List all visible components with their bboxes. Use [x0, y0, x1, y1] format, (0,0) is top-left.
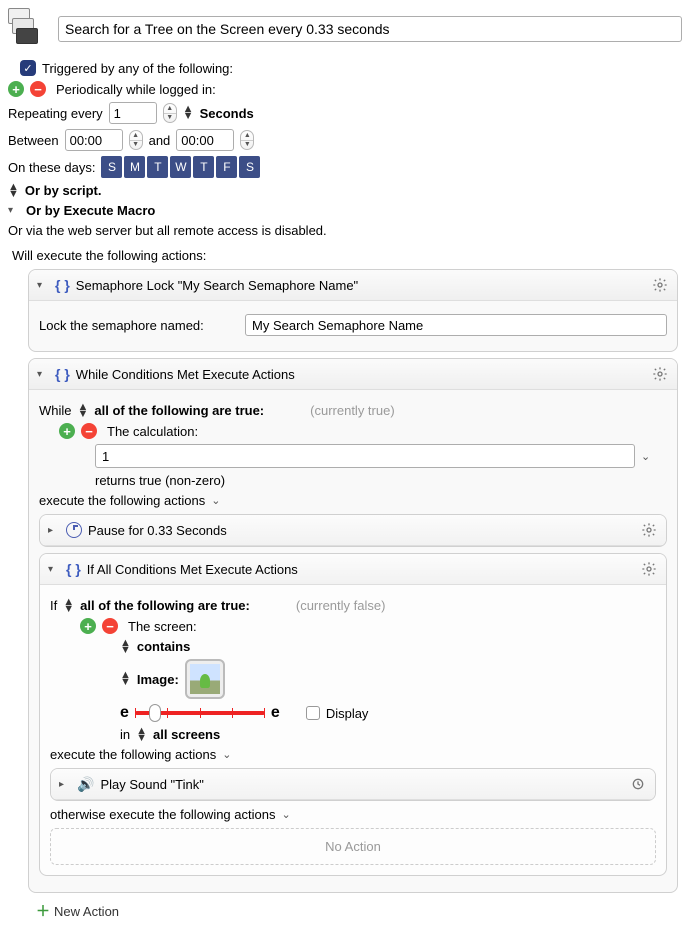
- between-start-stepper[interactable]: ▲▼: [129, 130, 143, 150]
- sound-gear-icon[interactable]: [629, 775, 647, 793]
- if-mode-updown-icon[interactable]: ▲▼: [63, 599, 74, 613]
- pause-title: Pause for 0.33 Seconds: [88, 523, 227, 538]
- periodic-trigger-label: Periodically while logged in:: [56, 82, 216, 97]
- triggers-checkbox[interactable]: ✓: [20, 60, 36, 76]
- add-trigger-button[interactable]: +: [8, 81, 24, 97]
- otherwise-chevron-icon[interactable]: ⌄: [281, 808, 290, 821]
- while-currently-label: (currently true): [310, 403, 395, 418]
- if-currently-label: (currently false): [296, 598, 386, 613]
- image-well[interactable]: [185, 659, 225, 699]
- new-action-label: New Action: [54, 904, 119, 919]
- actions-intro-label: Will execute the following actions:: [12, 248, 682, 263]
- in-scope-updown-icon[interactable]: ▲▼: [136, 728, 147, 742]
- repeat-stepper[interactable]: ▲▼: [163, 103, 177, 123]
- speaker-icon: 🔊: [77, 776, 94, 793]
- remove-screen-condition-button[interactable]: −: [102, 618, 118, 634]
- remove-condition-button[interactable]: −: [81, 423, 97, 439]
- no-action-placeholder[interactable]: No Action: [50, 828, 656, 865]
- brace-icon: { }: [55, 366, 70, 382]
- day-tue[interactable]: T: [147, 156, 168, 178]
- screen-condition-label: The screen:: [128, 619, 197, 634]
- image-updown-icon[interactable]: ▲▼: [120, 672, 131, 686]
- add-condition-button[interactable]: +: [59, 423, 75, 439]
- day-mon[interactable]: M: [124, 156, 145, 178]
- between-end-input[interactable]: [176, 129, 234, 151]
- image-label[interactable]: Image:: [137, 672, 179, 687]
- repeat-every-label: Repeating every: [8, 106, 103, 121]
- new-action-button[interactable]: ＋ New Action: [36, 901, 682, 921]
- repeat-value-input[interactable]: [109, 102, 157, 124]
- while-keyword: While: [39, 403, 72, 418]
- brace-icon: { }: [66, 561, 81, 577]
- sound-disclosure[interactable]: ▸: [59, 779, 71, 790]
- unit-updown-icon[interactable]: ▲▼: [183, 106, 194, 120]
- sound-title: Play Sound "Tink": [100, 777, 203, 792]
- script-updown-icon[interactable]: ▲▼: [8, 184, 19, 198]
- contains-label[interactable]: contains: [137, 639, 190, 654]
- fuzz-right-label: e: [271, 704, 280, 722]
- by-macro-disclosure[interactable]: ▾: [8, 205, 20, 216]
- days-label: On these days:: [8, 160, 95, 175]
- while-disclosure[interactable]: ▾: [37, 369, 49, 380]
- semaphore-disclosure[interactable]: ▾: [37, 280, 49, 291]
- between-end-stepper[interactable]: ▲▼: [240, 130, 254, 150]
- pause-disclosure[interactable]: ▸: [48, 525, 60, 536]
- fuzz-left-label: e: [120, 704, 129, 722]
- in-scope-label[interactable]: all screens: [153, 727, 220, 742]
- web-server-label: Or via the web server but all remote acc…: [8, 223, 327, 238]
- otherwise-label: otherwise execute the following actions: [50, 807, 275, 822]
- semaphore-title: Semaphore Lock "My Search Semaphore Name…: [76, 278, 358, 293]
- while-execute-chevron-icon[interactable]: ⌄: [211, 494, 220, 507]
- between-start-input[interactable]: [65, 129, 123, 151]
- calculation-label: The calculation:: [107, 424, 198, 439]
- if-keyword: If: [50, 598, 57, 613]
- display-checkbox[interactable]: [306, 706, 320, 720]
- if-mode-label[interactable]: all of the following are true:: [80, 598, 250, 613]
- macro-title-input[interactable]: [58, 16, 682, 42]
- semaphore-name-input[interactable]: [245, 314, 667, 336]
- if-title: If All Conditions Met Execute Actions: [87, 562, 298, 577]
- brace-icon: { }: [55, 277, 70, 293]
- if-execute-chevron-icon[interactable]: ⌄: [222, 748, 231, 761]
- between-and-label: and: [149, 133, 171, 148]
- triggers-label: Triggered by any of the following:: [42, 61, 233, 76]
- while-mode-label[interactable]: all of the following are true:: [94, 403, 264, 418]
- calc-result-label: returns true (non-zero): [95, 473, 225, 488]
- calculation-input[interactable]: [95, 444, 635, 468]
- clock-icon: [66, 522, 82, 538]
- if-disclosure[interactable]: ▾: [48, 564, 60, 575]
- semaphore-field-label: Lock the semaphore named:: [39, 318, 239, 333]
- repeat-unit-label[interactable]: Seconds: [200, 106, 254, 121]
- while-title: While Conditions Met Execute Actions: [76, 367, 295, 382]
- if-execute-label: execute the following actions: [50, 747, 216, 762]
- day-fri[interactable]: F: [216, 156, 237, 178]
- calc-menu-chevron-icon[interactable]: ⌄: [641, 450, 650, 463]
- day-thu[interactable]: T: [193, 156, 214, 178]
- display-label: Display: [326, 706, 369, 721]
- plus-icon: ＋: [36, 901, 50, 921]
- while-gear-icon[interactable]: [651, 365, 669, 383]
- by-macro-label[interactable]: Or by Execute Macro: [26, 203, 155, 218]
- day-sun[interactable]: S: [101, 156, 122, 178]
- day-sat[interactable]: S: [239, 156, 260, 178]
- remove-trigger-button[interactable]: −: [30, 81, 46, 97]
- contains-updown-icon[interactable]: ▲▼: [120, 640, 131, 654]
- while-mode-updown-icon[interactable]: ▲▼: [78, 404, 89, 418]
- between-label: Between: [8, 133, 59, 148]
- add-screen-condition-button[interactable]: +: [80, 618, 96, 634]
- semaphore-gear-icon[interactable]: [651, 276, 669, 294]
- fuzziness-slider[interactable]: [135, 711, 265, 715]
- in-label: in: [120, 727, 130, 742]
- if-gear-icon[interactable]: [640, 560, 658, 578]
- by-script-label[interactable]: Or by script.: [25, 183, 102, 198]
- pause-gear-icon[interactable]: [640, 521, 658, 539]
- day-wed[interactable]: W: [170, 156, 191, 178]
- macro-icon: [8, 8, 50, 50]
- while-execute-label: execute the following actions: [39, 493, 205, 508]
